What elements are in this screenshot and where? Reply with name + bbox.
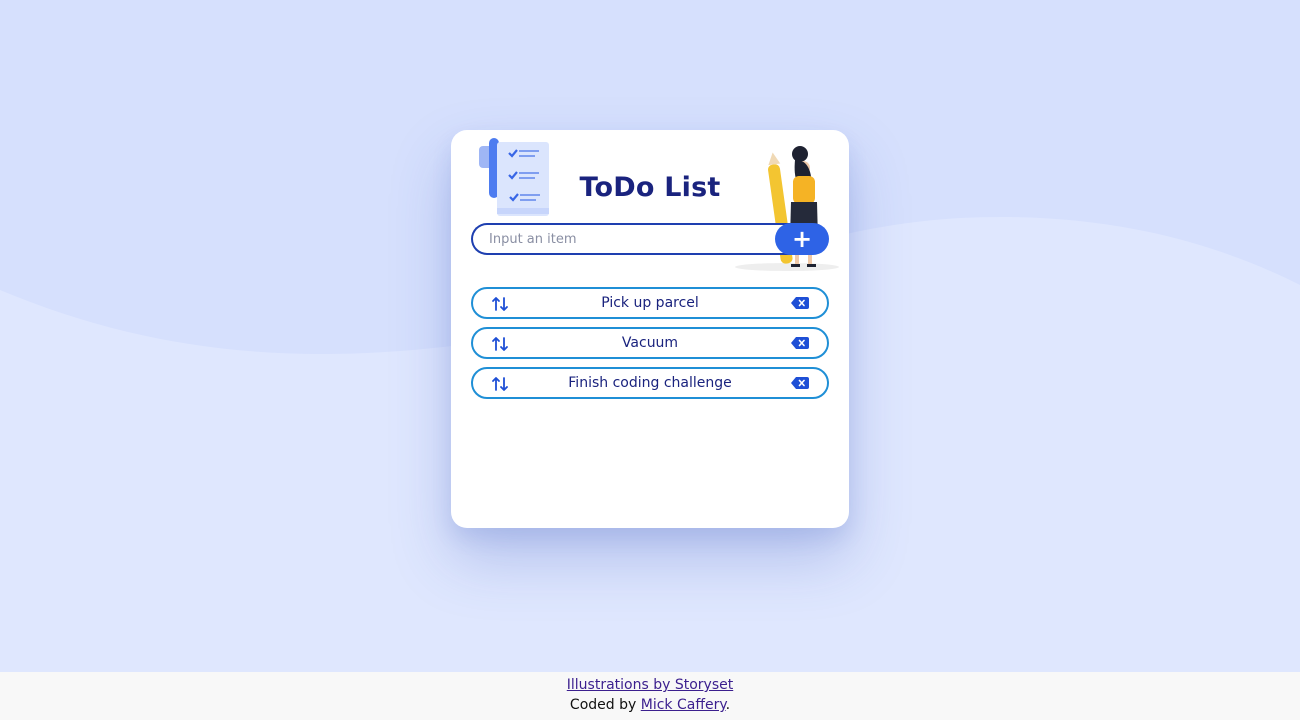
page-title: ToDo List xyxy=(579,172,721,203)
sort-arrows-icon[interactable] xyxy=(491,375,509,393)
todo-card: ToDo List + Pick up parcel Vacuum xyxy=(451,130,849,528)
todo-item[interactable]: Finish coding challenge xyxy=(471,367,829,399)
sort-arrows-icon[interactable] xyxy=(491,335,509,353)
todo-item[interactable]: Pick up parcel xyxy=(471,287,829,319)
storyset-credit-link[interactable]: Illustrations by Storyset xyxy=(567,677,733,693)
coded-by-prefix: Coded by xyxy=(569,697,641,713)
footer: Illustrations by Storyset Coded by Mick … xyxy=(0,672,1300,720)
todo-item-text: Finish coding challenge xyxy=(568,375,732,391)
coded-by-suffix: . xyxy=(725,697,731,713)
add-item-button[interactable]: + xyxy=(775,223,829,255)
sort-arrows-icon[interactable] xyxy=(491,295,509,313)
footer-credit-line: Illustrations by Storyset xyxy=(0,675,1300,695)
todo-item-text: Vacuum xyxy=(621,335,679,351)
backspace-delete-icon[interactable] xyxy=(791,337,809,349)
todo-list: Pick up parcel Vacuum Finish coding chal xyxy=(471,287,829,407)
plus-icon: + xyxy=(791,225,813,253)
author-link[interactable]: Mick Caffery xyxy=(641,697,726,713)
backspace-delete-icon[interactable] xyxy=(791,297,809,309)
todo-item[interactable]: Vacuum xyxy=(471,327,829,359)
backspace-delete-icon[interactable] xyxy=(791,377,809,389)
footer-coded-line: Coded by Mick Caffery. xyxy=(0,695,1300,715)
todo-item-text: Pick up parcel xyxy=(601,295,699,311)
item-input[interactable] xyxy=(471,223,791,255)
add-item-form: + xyxy=(471,223,829,255)
